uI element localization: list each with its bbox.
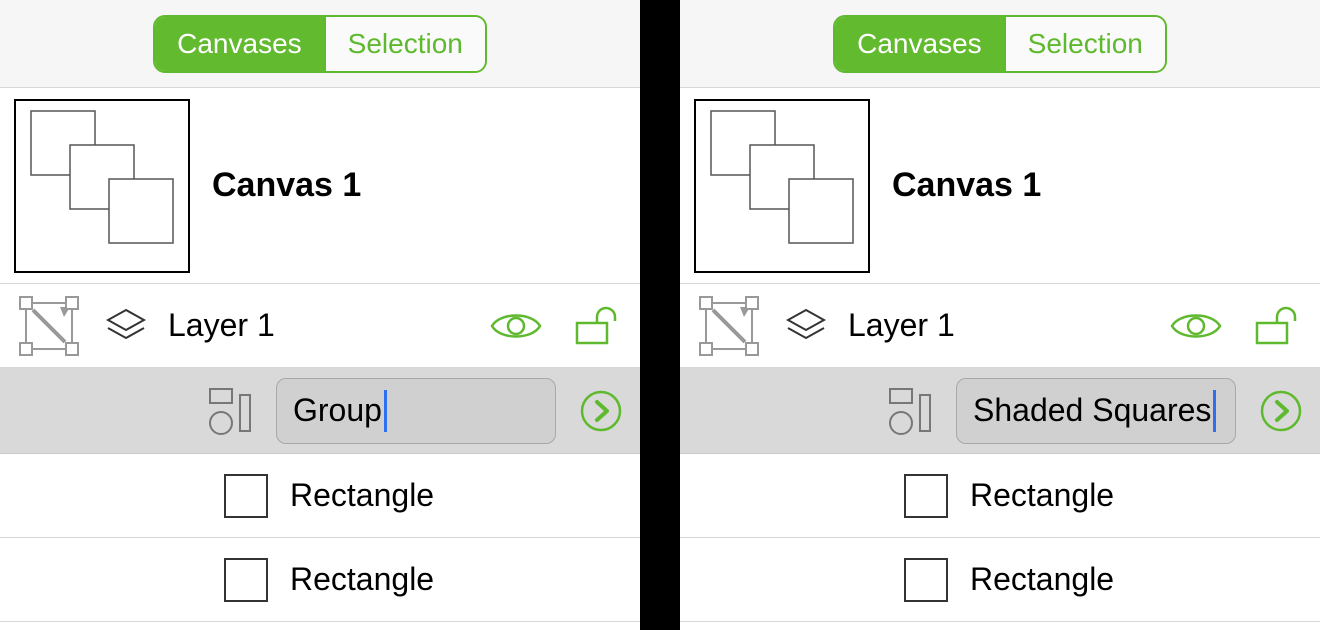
layer-bounds-icon: [694, 296, 764, 356]
group-name-text: Shaded Squares: [973, 392, 1211, 429]
object-label: Rectangle: [970, 561, 1114, 598]
unlock-icon: [573, 305, 619, 347]
layer-label: Layer 1: [168, 307, 466, 344]
panel-left: Canvases Selection Canvas 1: [0, 0, 640, 630]
segmented-header: Canvases Selection: [680, 0, 1320, 88]
layers-stack-icon: [784, 306, 828, 346]
group-disclosure-button[interactable]: [1256, 390, 1306, 432]
tab-canvases[interactable]: Canvases: [835, 17, 1004, 71]
group-name-input[interactable]: Shaded Squares: [956, 378, 1236, 444]
tab-canvases[interactable]: Canvases: [155, 17, 324, 71]
layer-row[interactable]: Layer 1: [680, 284, 1320, 368]
object-row[interactable]: Rectangle: [680, 538, 1320, 622]
canvas-row[interactable]: Canvas 1: [680, 88, 1320, 284]
group-name-text: Group: [293, 392, 382, 429]
canvas-thumbnail-icon: [694, 99, 870, 273]
canvas-title: Canvas 1: [892, 166, 1041, 205]
visibility-toggle[interactable]: [486, 308, 546, 344]
lock-toggle[interactable]: [566, 305, 626, 347]
group-row[interactable]: Shaded Squares: [680, 368, 1320, 454]
tab-selection[interactable]: Selection: [1004, 17, 1165, 71]
chevron-right-icon: [1260, 390, 1302, 432]
rectangle-thumb-icon: [904, 474, 948, 518]
group-icon: [878, 385, 942, 437]
lock-toggle[interactable]: [1246, 305, 1306, 347]
layer-bounds-icon: [14, 296, 84, 356]
text-caret: [384, 390, 387, 432]
canvas-title: Canvas 1: [212, 166, 361, 205]
rectangle-thumb-icon: [904, 558, 948, 602]
canvas-thumbnail-icon: [14, 99, 190, 273]
panel-right: Canvases Selection Canvas 1: [680, 0, 1320, 630]
chevron-right-icon: [580, 390, 622, 432]
group-disclosure-button[interactable]: [576, 390, 626, 432]
tab-selection[interactable]: Selection: [324, 17, 485, 71]
object-row[interactable]: Rectangle: [0, 454, 640, 538]
visibility-toggle[interactable]: [1166, 308, 1226, 344]
object-row[interactable]: Rectangle: [0, 538, 640, 622]
layer-row[interactable]: Layer 1: [0, 284, 640, 368]
segmented-control: Canvases Selection: [833, 15, 1167, 73]
eye-icon: [1170, 308, 1222, 344]
segmented-control: Canvases Selection: [153, 15, 487, 73]
object-row[interactable]: Rectangle: [680, 454, 1320, 538]
group-row[interactable]: Group: [0, 368, 640, 454]
layer-label: Layer 1: [848, 307, 1146, 344]
unlock-icon: [1253, 305, 1299, 347]
object-label: Rectangle: [290, 477, 434, 514]
rectangle-thumb-icon: [224, 474, 268, 518]
rectangle-thumb-icon: [224, 558, 268, 602]
object-label: Rectangle: [290, 561, 434, 598]
canvas-row[interactable]: Canvas 1: [0, 88, 640, 284]
group-name-input[interactable]: Group: [276, 378, 556, 444]
eye-icon: [490, 308, 542, 344]
object-label: Rectangle: [970, 477, 1114, 514]
group-icon: [198, 385, 262, 437]
segmented-header: Canvases Selection: [0, 0, 640, 88]
layers-stack-icon: [104, 306, 148, 346]
text-caret: [1213, 390, 1216, 432]
